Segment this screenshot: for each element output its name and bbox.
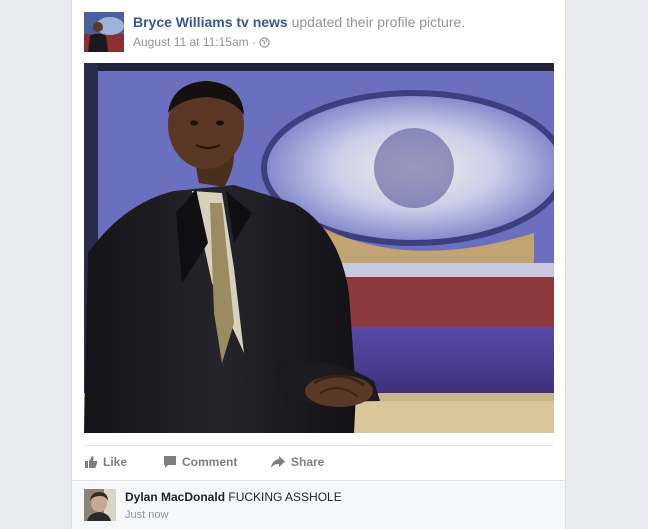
speech-bubble-icon [164, 456, 176, 468]
like-label: Like [103, 455, 128, 469]
post-meta: August 11 at 11:15am · [133, 35, 271, 51]
comments-section: Dylan MacDonald FUCKING ASSHOLE Just now [72, 480, 565, 529]
post-timestamp-link[interactable]: August 11 at 11:15am [133, 35, 249, 49]
thumbs-up-icon [85, 456, 98, 468]
post-actions-bar: Like Comment Share [84, 445, 553, 480]
author-name-link[interactable]: Bryce Williams tv news [133, 14, 288, 30]
meta-separator: · [251, 35, 256, 49]
post-title: Bryce Williams tv news updated their pro… [133, 14, 465, 30]
post-header: Bryce Williams tv news updated their pro… [84, 12, 553, 52]
commenter-avatar[interactable] [84, 489, 116, 521]
comment-label: Comment [182, 455, 238, 469]
share-arrow-icon [271, 456, 285, 468]
author-avatar[interactable] [84, 12, 124, 52]
like-button[interactable]: Like [84, 455, 127, 469]
profile-picture-photo[interactable] [84, 63, 554, 433]
comment-body: Dylan MacDonald FUCKING ASSHOLE [125, 490, 342, 504]
comment-timestamp[interactable]: Just now [125, 509, 168, 521]
share-label: Share [291, 455, 325, 469]
post-action-text: updated their profile picture. [291, 14, 466, 30]
feed-post: Bryce Williams tv news updated their pro… [71, 0, 566, 529]
share-button[interactable]: Share [270, 455, 324, 469]
comment-text: FUCKING ASSHOLE [228, 490, 342, 504]
comment-button[interactable]: Comment [163, 455, 237, 469]
globe-icon[interactable] [259, 37, 271, 51]
commenter-name-link[interactable]: Dylan MacDonald [125, 490, 225, 504]
